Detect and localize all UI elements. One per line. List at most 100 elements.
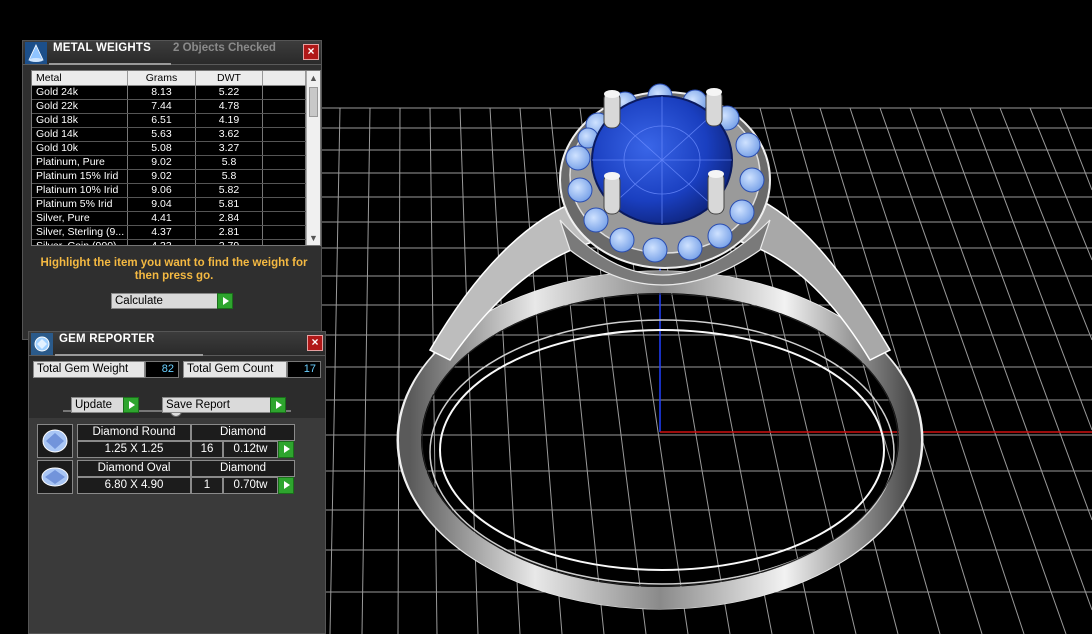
gem-name: Diamond Round [77, 424, 191, 441]
cell-dwt: 5.22 [196, 86, 263, 99]
oval-gem-icon [37, 460, 73, 494]
gem-weight: 0.12tw [223, 441, 278, 458]
cell-grams: 5.63 [128, 128, 196, 141]
cell-metal: Gold 22k [32, 100, 128, 113]
cell-metal: Gold 18k [32, 114, 128, 127]
table-row[interactable]: Gold 10k 5.08 3.27 [32, 142, 320, 156]
gem-name: Diamond Oval [77, 460, 191, 477]
objects-checked-status: 2 Objects Checked [173, 42, 276, 54]
go-arrow-icon[interactable] [123, 397, 139, 413]
table-row[interactable]: Platinum 10% Irid 9.06 5.82 [32, 184, 320, 198]
gem-material: Diamond [191, 424, 295, 441]
cell-blank [263, 142, 306, 155]
cell-metal: Platinum 10% Irid [32, 184, 128, 197]
update-label: Update [75, 399, 113, 411]
scroll-down-icon[interactable]: ▼ [307, 231, 320, 245]
cell-grams: 9.04 [128, 198, 196, 211]
cell-dwt: 3.62 [196, 128, 263, 141]
table-row[interactable]: Silver, Pure 4.41 2.84 [32, 212, 320, 226]
gem-reporter-titlebar[interactable]: GEM REPORTER × [29, 332, 325, 356]
gem-count: 16 [191, 441, 223, 458]
cell-grams: 7.44 [128, 100, 196, 113]
cell-blank [263, 170, 306, 183]
calculate-button[interactable]: Calculate [111, 293, 233, 309]
metal-weights-hint: Highlight the item you want to find the … [40, 257, 308, 282]
total-gem-count-label: Total Gem Count [183, 361, 287, 378]
go-arrow-icon[interactable] [217, 293, 233, 309]
scroll-up-icon[interactable]: ▲ [307, 71, 320, 85]
cell-dwt: 2.84 [196, 212, 263, 225]
cell-grams: 9.02 [128, 156, 196, 169]
calculate-label: Calculate [115, 295, 163, 307]
table-row[interactable]: Gold 22k 7.44 4.78 [32, 100, 320, 114]
close-icon[interactable]: × [303, 44, 319, 60]
table-row[interactable]: Platinum, Pure 9.02 5.8 [32, 156, 320, 170]
cell-grams: 5.08 [128, 142, 196, 155]
gem-count: 1 [191, 477, 223, 494]
gem-list-item[interactable]: Diamond Oval Diamond 6.80 X 4.90 1 0.70t… [37, 460, 295, 494]
cell-metal: Silver, Pure [32, 212, 128, 225]
table-row[interactable]: Gold 18k 6.51 4.19 [32, 114, 320, 128]
cell-dwt: 5.8 [196, 156, 263, 169]
gem-reporter-icon [31, 333, 53, 355]
column-header-grams[interactable]: Grams [128, 71, 196, 85]
gem-weight: 0.70tw [223, 477, 278, 494]
gem-reporter-panel: GEM REPORTER × Total Gem Weight 82 Total… [28, 331, 326, 634]
cell-dwt: 2.81 [196, 226, 263, 239]
metal-weights-titlebar[interactable]: METAL WEIGHTS 2 Objects Checked × [23, 41, 321, 65]
cell-dwt: 5.82 [196, 184, 263, 197]
table-row[interactable]: Platinum 5% Irid 9.04 5.81 [32, 198, 320, 212]
metal-weights-table[interactable]: Metal Grams DWT Gold 24k 8.13 5.22 Gold 22k… [31, 70, 321, 246]
total-gem-weight-label: Total Gem Weight [33, 361, 145, 378]
cell-blank [263, 86, 306, 99]
cell-dwt: 5.8 [196, 170, 263, 183]
gem-size: 1.25 X 1.25 [77, 441, 191, 458]
gem-list-item[interactable]: Diamond Round Diamond 1.25 X 1.25 16 0.1… [37, 424, 295, 458]
table-scrollbar[interactable]: ▲ ▼ [306, 71, 320, 245]
cell-blank [263, 226, 306, 239]
cell-metal: Gold 14k [32, 128, 128, 141]
save-report-button[interactable]: Save Report [162, 397, 286, 413]
cell-dwt: 4.78 [196, 100, 263, 113]
cell-grams: 4.33 [128, 240, 196, 245]
gem-size: 6.80 X 4.90 [77, 477, 191, 494]
cell-dwt: 4.19 [196, 114, 263, 127]
cell-grams: 6.51 [128, 114, 196, 127]
table-row[interactable]: Platinum 15% Irid 9.02 5.8 [32, 170, 320, 184]
gem-material: Diamond [191, 460, 295, 477]
total-gem-count-value: 17 [287, 361, 321, 378]
cell-metal: Platinum 5% Irid [32, 198, 128, 211]
table-header: Metal Grams DWT [32, 71, 320, 86]
cell-dwt: 2.79 [196, 240, 263, 245]
cell-blank [263, 156, 306, 169]
cell-dwt: 3.27 [196, 142, 263, 155]
update-button[interactable]: Update [71, 397, 139, 413]
cell-grams: 9.02 [128, 170, 196, 183]
cell-blank [263, 128, 306, 141]
column-header-blank [263, 71, 306, 85]
title-tab-underline [49, 63, 171, 65]
cell-metal: Silver, Coin (900) [32, 240, 128, 245]
gem-reporter-title: GEM REPORTER [59, 333, 155, 345]
table-row[interactable]: Silver, Coin (900) 4.33 2.79 [32, 240, 320, 245]
table-row[interactable]: Silver, Sterling (9... 4.37 2.81 [32, 226, 320, 240]
table-row[interactable]: Gold 24k 8.13 5.22 [32, 86, 320, 100]
cell-blank [263, 240, 306, 245]
go-arrow-icon[interactable] [278, 441, 294, 458]
column-header-dwt[interactable]: DWT [196, 71, 263, 85]
cell-metal: Platinum, Pure [32, 156, 128, 169]
close-icon[interactable]: × [307, 335, 323, 351]
save-report-label: Save Report [166, 399, 230, 411]
metal-weights-title: METAL WEIGHTS [53, 42, 152, 54]
cell-metal: Gold 24k [32, 86, 128, 99]
cell-metal: Gold 10k [32, 142, 128, 155]
go-arrow-icon[interactable] [270, 397, 286, 413]
cell-blank [263, 184, 306, 197]
column-header-metal[interactable]: Metal [32, 71, 128, 85]
go-arrow-icon[interactable] [278, 477, 294, 494]
cell-grams: 4.37 [128, 226, 196, 239]
scroll-thumb[interactable] [309, 87, 318, 117]
cell-metal: Platinum 15% Irid [32, 170, 128, 183]
cell-blank [263, 100, 306, 113]
table-row[interactable]: Gold 14k 5.63 3.62 [32, 128, 320, 142]
